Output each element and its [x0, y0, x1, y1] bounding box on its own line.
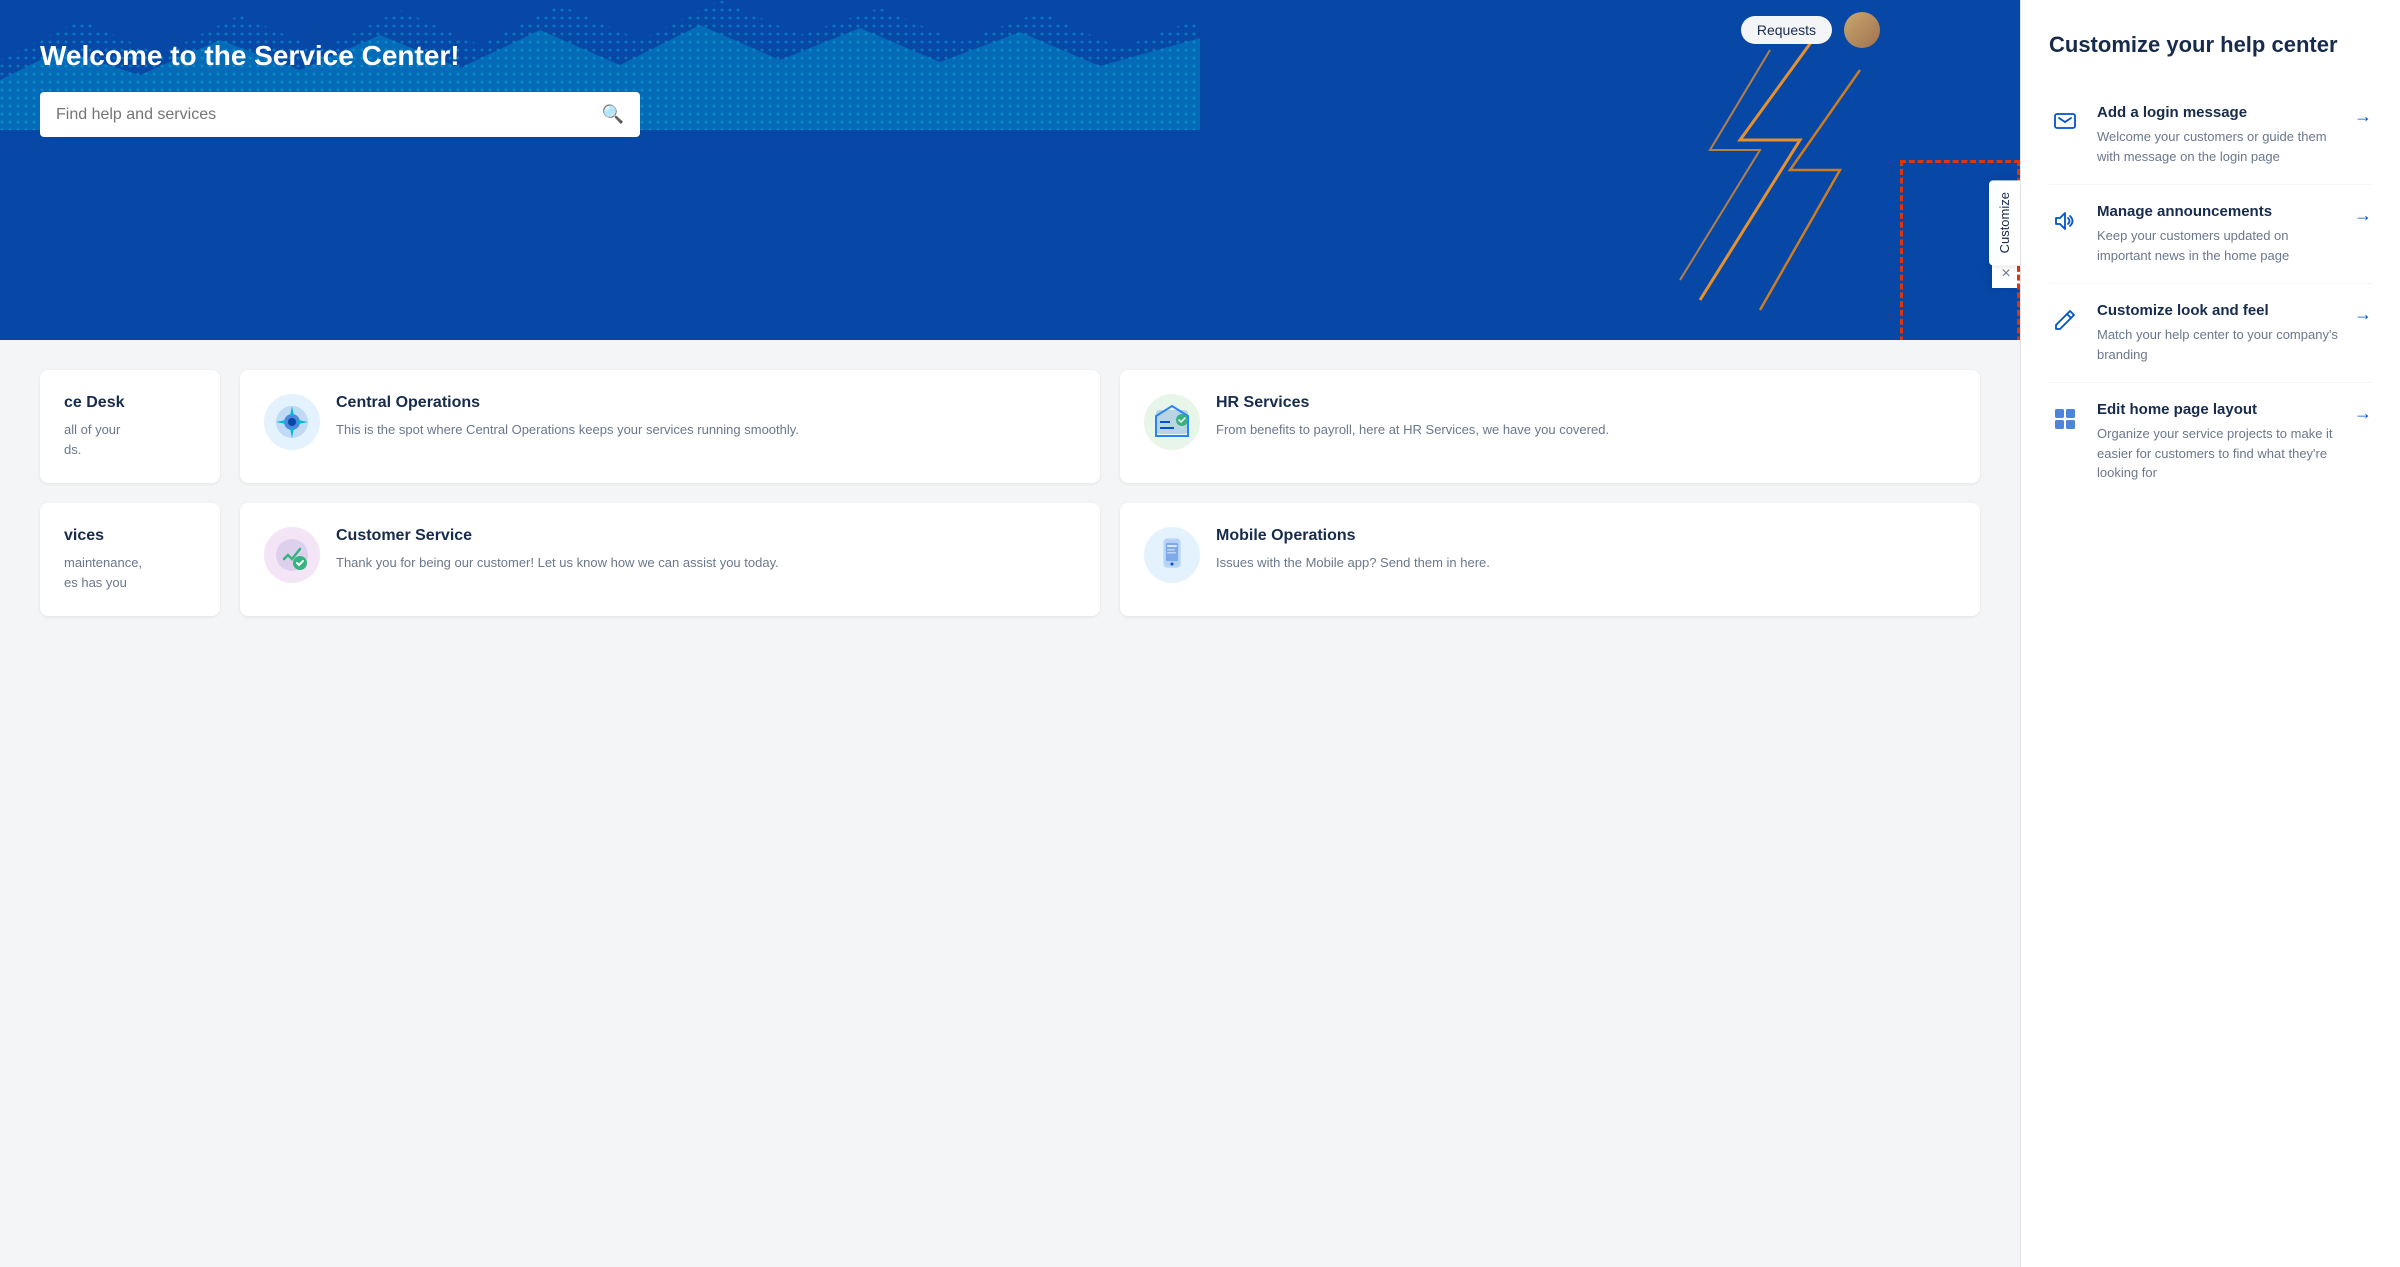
home-layout-content: Edit home page layout Organize your serv…: [2097, 401, 2338, 483]
announcements-icon: [2049, 205, 2081, 237]
hr-services-content: HR Services From benefits to payroll, he…: [1216, 394, 1609, 440]
announcements-content: Manage announcements Keep your customers…: [2097, 203, 2338, 265]
hero-section: Requests Welcome to the Service Center! …: [0, 0, 2020, 340]
central-operations-icon: [264, 394, 320, 450]
customize-tab: Customize: [1989, 180, 2020, 265]
customer-service-desc: Thank you for being our customer! Let us…: [336, 553, 779, 573]
hero-title: Welcome to the Service Center!: [40, 40, 1980, 72]
look-feel-desc: Match your help center to your company's…: [2097, 325, 2338, 364]
central-operations-desc: This is the spot where Central Operation…: [336, 420, 799, 440]
announcements-desc: Keep your customers updated on important…: [2097, 226, 2338, 265]
home-layout-title: Edit home page layout: [2097, 401, 2338, 418]
customer-service-icon: [264, 527, 320, 583]
card-hr-services[interactable]: HR Services From benefits to payroll, he…: [1120, 370, 1980, 483]
announcements-arrow: →: [2354, 205, 2372, 226]
sidebar-title: Customize your help center: [2049, 32, 2372, 58]
sidebar-item-look-feel[interactable]: Customize look and feel Match your help …: [2049, 284, 2372, 383]
central-operations-title: Central Operations: [336, 394, 799, 412]
mobile-operations-content: Mobile Operations Issues with the Mobile…: [1216, 527, 1490, 573]
look-feel-content: Customize look and feel Match your help …: [2097, 302, 2338, 364]
login-message-desc: Welcome your customers or guide them wit…: [2097, 127, 2338, 166]
home-layout-desc: Organize your service projects to make i…: [2097, 424, 2338, 483]
central-operations-content: Central Operations This is the spot wher…: [336, 394, 799, 440]
requests-button[interactable]: Requests: [1741, 16, 1832, 44]
main-content: Requests Welcome to the Service Center! …: [0, 0, 2020, 1267]
it-services-desc: maintenance,es has you: [64, 553, 196, 592]
login-message-arrow: →: [2354, 106, 2372, 127]
sidebar-item-home-layout[interactable]: Edit home page layout Organize your serv…: [2049, 383, 2372, 501]
sidebar-item-login-message[interactable]: Add a login message Welcome your custome…: [2049, 86, 2372, 185]
customer-service-content: Customer Service Thank you for being our…: [336, 527, 779, 573]
card-customer-service[interactable]: Customer Service Thank you for being our…: [240, 503, 1100, 616]
card-it-service-desk[interactable]: ce Desk all of yourds.: [40, 370, 220, 483]
login-message-icon: [2049, 106, 2081, 138]
it-services-title: vices: [64, 527, 196, 545]
cards-row-1: ce Desk all of yourds.: [40, 370, 1980, 483]
search-input[interactable]: [56, 106, 602, 124]
cards-area: ce Desk all of yourds.: [0, 340, 2020, 1267]
card-mobile-operations[interactable]: Mobile Operations Issues with the Mobile…: [1120, 503, 1980, 616]
login-message-content: Add a login message Welcome your custome…: [2097, 104, 2338, 166]
look-feel-arrow: →: [2354, 304, 2372, 325]
home-layout-icon: [2049, 403, 2081, 435]
card-it-services[interactable]: vices maintenance,es has you: [40, 503, 220, 616]
right-sidebar: Customize your help center Add a login m…: [2020, 0, 2400, 1267]
hr-services-desc: From benefits to payroll, here at HR Ser…: [1216, 420, 1609, 440]
hr-services-icon: [1144, 394, 1200, 450]
sidebar-item-announcements[interactable]: Manage announcements Keep your customers…: [2049, 185, 2372, 284]
avatar-image: [1844, 12, 1880, 48]
mobile-operations-desc: Issues with the Mobile app? Send them in…: [1216, 553, 1490, 573]
top-navigation: Requests: [1741, 12, 1880, 48]
mobile-operations-title: Mobile Operations: [1216, 527, 1490, 545]
login-message-title: Add a login message: [2097, 104, 2338, 121]
it-service-desk-title: ce Desk: [64, 394, 196, 412]
avatar[interactable]: [1844, 12, 1880, 48]
customize-button[interactable]: Customize: [1989, 180, 2020, 265]
announcements-title: Manage announcements: [2097, 203, 2338, 220]
card-central-operations[interactable]: Central Operations This is the spot wher…: [240, 370, 1100, 483]
cards-row-2: vices maintenance,es has you Customer Se…: [40, 503, 1980, 616]
it-service-desk-desc: all of yourds.: [64, 420, 196, 459]
home-layout-arrow: →: [2354, 403, 2372, 424]
look-feel-icon: [2049, 304, 2081, 336]
search-bar: 🔍: [40, 92, 640, 137]
customer-service-title: Customer Service: [336, 527, 779, 545]
look-feel-title: Customize look and feel: [2097, 302, 2338, 319]
hr-services-title: HR Services: [1216, 394, 1609, 412]
search-icon: 🔍: [602, 104, 624, 125]
mobile-operations-icon: [1144, 527, 1200, 583]
